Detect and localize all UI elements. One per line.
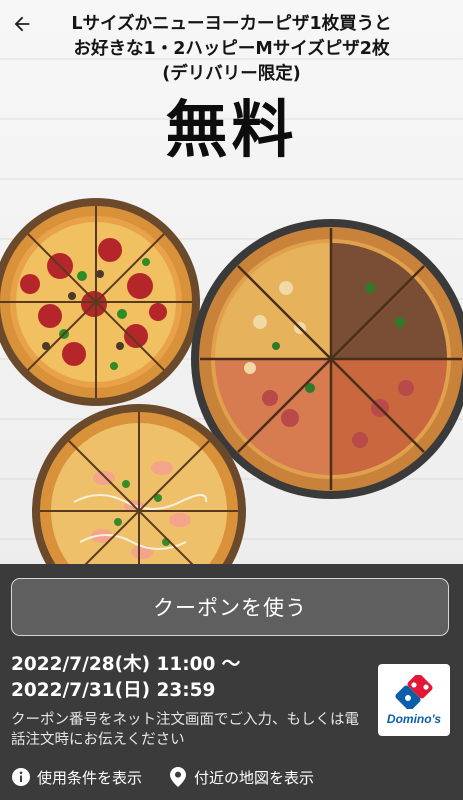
coupon-headline: Lサイズかニューヨーカーピザ1枚買うと お好きな1・2ハッピーMサイズピザ2枚 … [40, 12, 423, 87]
headline-line-1: Lサイズかニューヨーカーピザ1枚買うと [71, 14, 392, 34]
free-label: 無料 [165, 93, 298, 166]
back-button[interactable] [6, 8, 38, 40]
arrow-left-icon [14, 16, 30, 32]
pizza-pepperoni-image [0, 198, 200, 406]
info-icon [11, 767, 31, 787]
show-terms-label: 使用条件を表示 [37, 768, 143, 787]
valid-to: 2022/7/31(日) 23:59 [11, 680, 216, 701]
dominos-logo: Domino's [378, 664, 450, 736]
use-coupon-button[interactable]: クーポンを使う [11, 578, 449, 636]
valid-from: 2022/7/28(木) 11:00 〜 [11, 654, 241, 675]
dominos-domino-icon [395, 674, 433, 709]
headline-line-2: お好きな1・2ハッピーMサイズピザ2枚 [73, 39, 390, 59]
show-terms-link[interactable]: 使用条件を表示 [11, 767, 142, 788]
show-nearby-map-label: 付近の地図を表示 [194, 768, 315, 787]
headline-line-3: (デリバリー限定) [162, 64, 301, 84]
location-pin-icon [168, 767, 188, 787]
validity-period: 2022/7/28(木) 11:00 〜 2022/7/31(日) 23:59 [11, 652, 351, 704]
coupon-detail-panel: クーポンを使う 2022/7/28(木) 11:00 〜 2022/7/31(日… [0, 564, 463, 800]
coupon-links: 使用条件を表示 付近の地図を表示 [11, 764, 451, 790]
pizza-shrimp-image [32, 404, 246, 570]
coupon-instructions: クーポン番号をネット注文画面でご入力、もしくは電話注文時にお伝えください [11, 712, 359, 748]
show-nearby-map-link[interactable]: 付近の地図を表示 [168, 767, 314, 788]
coupon-hero-image: Lサイズかニューヨーカーピザ1枚買うと お好きな1・2ハッピーMサイズピザ2枚 … [0, 0, 463, 570]
brand-name: Domino's [386, 711, 442, 726]
